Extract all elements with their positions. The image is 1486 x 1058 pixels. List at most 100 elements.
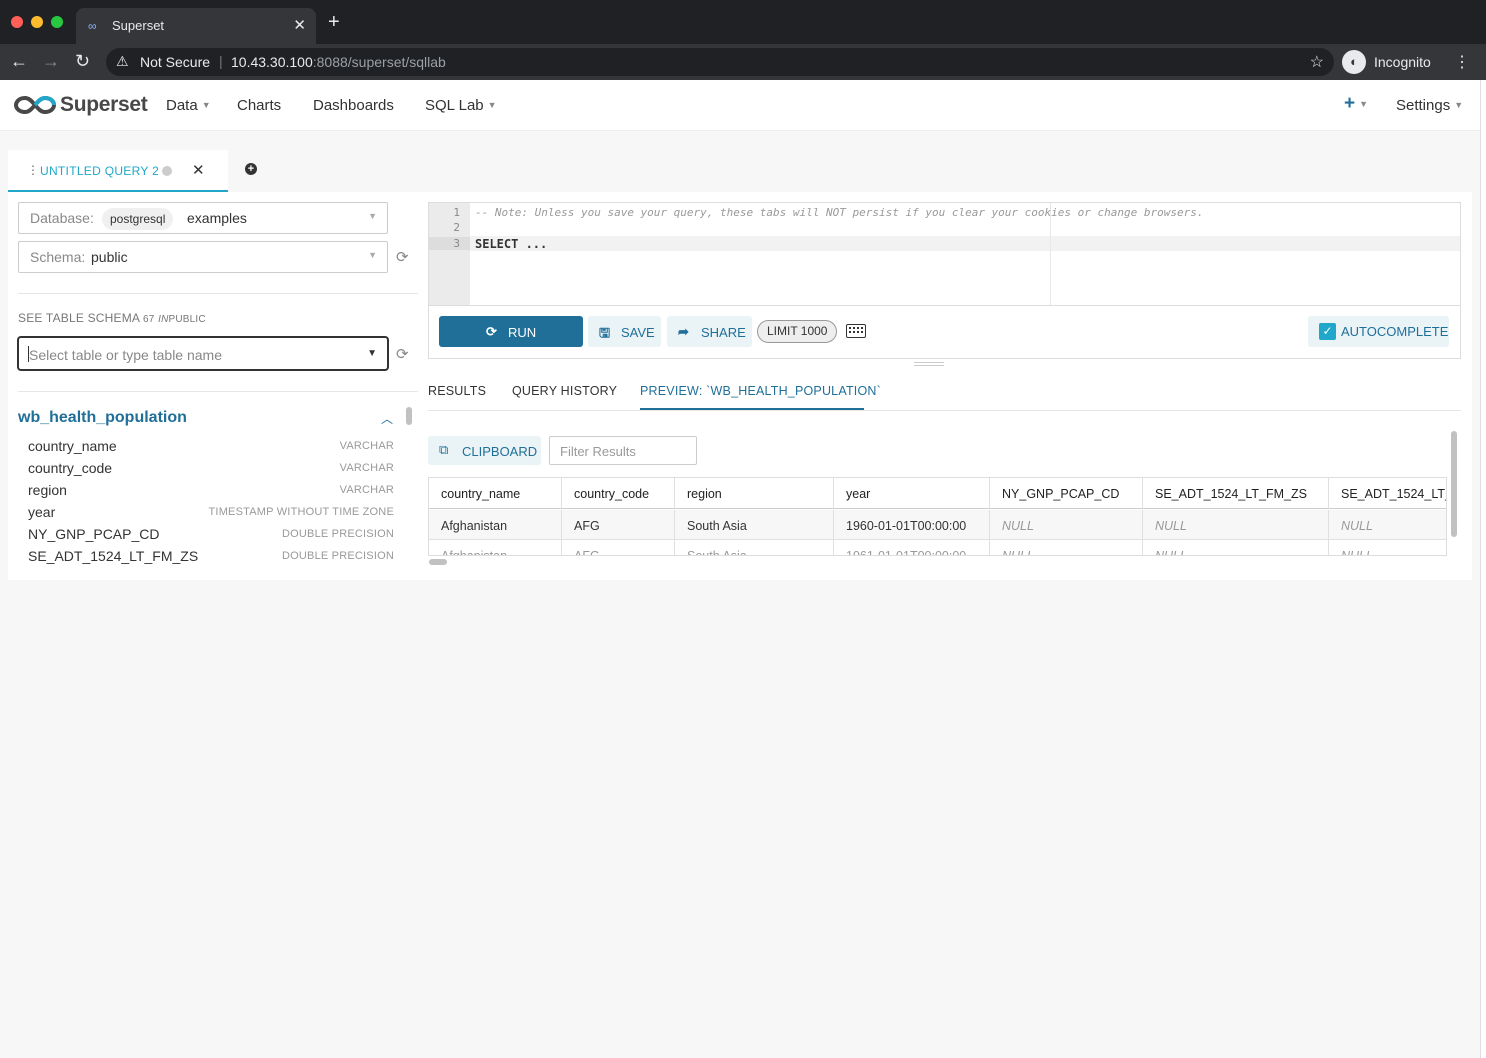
minimize-window-button[interactable] <box>31 16 43 28</box>
table-cell: NULL <box>1329 540 1446 555</box>
browser-titlebar: ∞ Superset ✕ + <box>0 0 1486 44</box>
refresh-icon: ⟳ <box>486 324 497 339</box>
column-row: year TIMESTAMP WITHOUT TIME ZONE <box>28 504 394 520</box>
copy-to-clipboard-button[interactable]: ⧉ CLIPBOARD <box>428 436 541 465</box>
line-number: 3 <box>429 237 470 250</box>
column-header[interactable]: year <box>834 478 990 509</box>
query-editor-tab[interactable]: ⋮ UNTITLED QUERY 2 ✕ <box>8 150 228 192</box>
drag-handle-icon[interactable]: ⋮ <box>27 163 39 177</box>
table-select-placeholder: Select table or type table name <box>29 347 223 363</box>
grid-vertical-scrollbar[interactable] <box>1449 429 1459 559</box>
plus-icon: + <box>1344 93 1356 114</box>
checkbox-checked-icon[interactable]: ✓ <box>1319 323 1336 340</box>
column-header[interactable]: country_name <box>429 478 562 509</box>
keyboard-shortcuts-icon[interactable] <box>846 324 866 338</box>
table-cell: Afghanistan <box>429 540 562 555</box>
nav-charts-link[interactable]: Charts <box>237 97 281 114</box>
back-icon[interactable]: ← <box>10 51 28 71</box>
tab-results[interactable]: RESULTS <box>428 384 486 398</box>
save-icon: 🖫 <box>599 325 611 340</box>
browser-toolbar: ← → ↻ ⚠ Not Secure | 10.43.30.100:8088/s… <box>0 44 1486 80</box>
database-engine-badge: postgresql <box>102 208 174 230</box>
table-select-input[interactable]: Select table or type table name ▼ <box>18 337 388 370</box>
table-cell: South Asia <box>675 540 834 555</box>
bookmark-star-icon[interactable]: ☆ <box>1310 52 1324 72</box>
scrollbar-thumb[interactable] <box>1451 431 1457 537</box>
refresh-tables-icon[interactable]: ⟳ <box>396 345 409 363</box>
table-name-heading[interactable]: wb_health_population <box>18 409 187 427</box>
superset-navbar: Superset Data ▼ Charts Dashboards SQL Lab… <box>0 80 1480 131</box>
chevron-down-icon: ▼ <box>1359 99 1369 109</box>
table-cell: NULL <box>1143 540 1329 555</box>
chevron-down-icon: ▼ <box>487 100 497 110</box>
sql-editor[interactable]: 1 2 3 -- Note: Unless you save your quer… <box>428 202 1461 306</box>
nav-sqllab-menu[interactable]: SQL Lab ▼ <box>425 97 497 114</box>
scrollbar-thumb[interactable] <box>406 407 412 425</box>
close-tab-icon[interactable]: ✕ <box>293 16 306 34</box>
incognito-label: Incognito <box>1374 54 1431 70</box>
close-window-button[interactable] <box>11 16 23 28</box>
table-cell: AFG <box>562 510 675 540</box>
table-cell: South Asia <box>675 510 834 540</box>
chevron-up-icon[interactable]: ︿ <box>381 410 393 427</box>
reload-icon[interactable]: ↻ <box>75 51 90 71</box>
column-header[interactable]: country_code <box>562 478 675 509</box>
address-bar[interactable]: ⚠ Not Secure | 10.43.30.100:8088/superse… <box>106 48 1334 76</box>
query-tab-title: UNTITLED QUERY 2 <box>40 164 160 178</box>
nav-settings-menu[interactable]: Settings ▼ <box>1396 97 1463 114</box>
share-button[interactable]: ➦ SHARE <box>667 316 752 347</box>
caret-down-icon: ▼ <box>367 348 377 359</box>
browser-tab[interactable]: ∞ Superset ✕ <box>76 8 316 44</box>
forward-icon[interactable]: → <box>42 51 60 71</box>
tab-query-history[interactable]: QUERY HISTORY <box>512 384 617 398</box>
filter-results-input[interactable]: Filter Results <box>549 436 697 465</box>
security-label: Not Secure <box>140 54 211 70</box>
run-button[interactable]: ⟳ RUN <box>439 316 583 347</box>
refresh-schema-icon[interactable]: ⟳ <box>396 248 409 266</box>
database-select[interactable]: Database: postgresql examples ▼ <box>18 202 388 234</box>
divider <box>18 293 418 294</box>
database-prefix: Database: <box>30 210 94 226</box>
column-header[interactable]: region <box>675 478 834 509</box>
table-cell: NULL <box>990 510 1143 540</box>
line-number: 2 <box>453 221 460 234</box>
sidebar-scrollbar[interactable] <box>405 405 413 570</box>
table-cell: 1960-01-01T00:00:00 <box>834 510 990 540</box>
table-cell: AFG <box>562 540 675 555</box>
column-row: NY_GNP_PCAP_CD DOUBLE PRECISION <box>28 526 394 542</box>
nav-dashboards-link[interactable]: Dashboards <box>313 97 394 114</box>
column-header[interactable]: SE_ADT_1524_LT_FM_ZS <box>1143 478 1329 509</box>
tabs-baseline <box>428 410 1461 411</box>
window-right-edge <box>1480 80 1486 1058</box>
results-grid: country_name country_code region year NY… <box>428 477 1447 556</box>
table-cell: NULL <box>1329 510 1446 540</box>
tab-preview[interactable]: PREVIEW: `WB_HEALTH_POPULATION` <box>640 384 881 398</box>
browser-menu-icon[interactable]: ⋮ <box>1454 52 1470 72</box>
column-header[interactable]: NY_GNP_PCAP_CD <box>990 478 1143 509</box>
active-line <box>470 236 1460 251</box>
scrollbar-thumb[interactable] <box>429 559 447 565</box>
share-icon: ➦ <box>678 324 689 339</box>
chevron-down-icon: ▼ <box>201 100 211 110</box>
column-row: region VARCHAR <box>28 482 394 498</box>
grid-horizontal-scrollbar[interactable] <box>428 557 1447 567</box>
table-cell: NULL <box>1143 510 1329 540</box>
zoom-window-button[interactable] <box>51 16 63 28</box>
browser-tab-title: Superset <box>112 18 165 33</box>
new-tab-button[interactable]: + <box>328 12 340 32</box>
new-item-menu[interactable]: + ▼ <box>1344 93 1368 115</box>
table-cell: NULL <box>990 540 1143 555</box>
divider <box>18 391 418 392</box>
autocomplete-toggle[interactable]: ✓ AUTOCOMPLETE <box>1308 316 1449 347</box>
save-button[interactable]: 🖫 SAVE <box>588 316 661 347</box>
incognito-icon: ◐ <box>1342 50 1366 74</box>
close-query-tab-icon[interactable]: ✕ <box>192 161 205 179</box>
schema-select[interactable]: Schema: public ▼ <box>18 241 388 273</box>
column-header[interactable]: SE_ADT_1524_LT_M <box>1329 478 1446 509</box>
add-query-tab-icon[interactable]: + <box>245 163 257 175</box>
schema-prefix: Schema: <box>30 249 86 265</box>
resize-handle[interactable] <box>914 362 944 366</box>
url-text: 10.43.30.100:8088/superset/sqllab <box>231 54 446 70</box>
limit-dropdown[interactable]: LIMIT 1000 <box>757 320 838 343</box>
nav-data-menu[interactable]: Data ▼ <box>166 97 211 114</box>
